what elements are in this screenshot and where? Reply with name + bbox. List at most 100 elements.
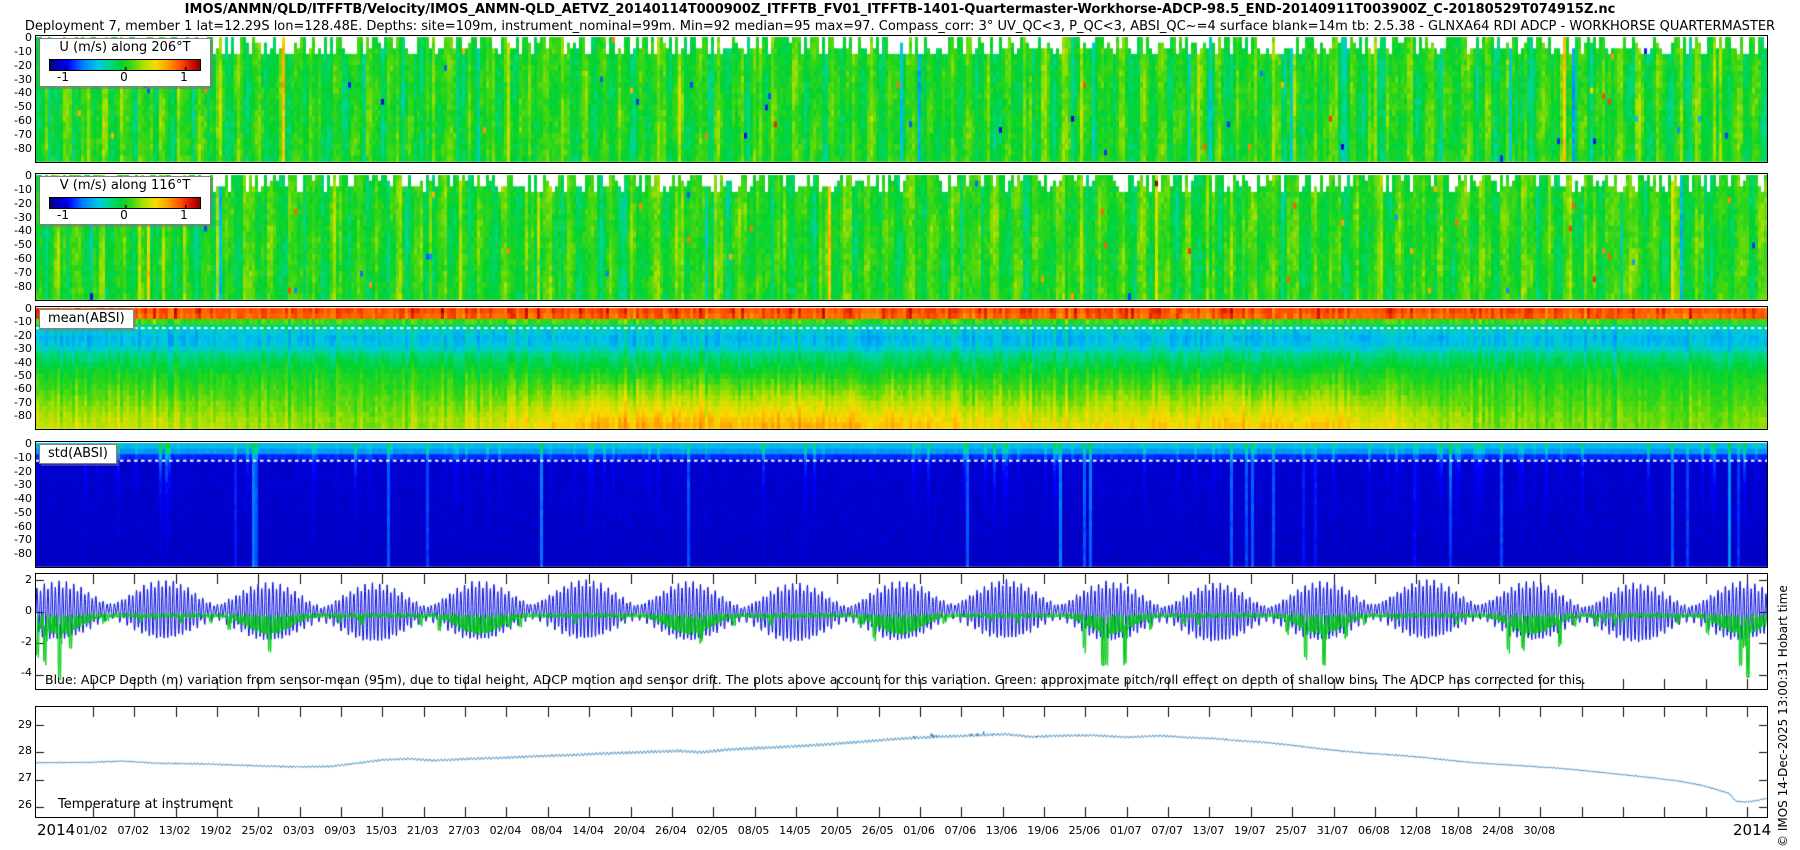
x-tick-label: 07/07 — [1145, 824, 1189, 837]
y-tick-label: -70 — [2, 533, 32, 546]
panel-temperature: Temperature at instrument 29282726 — [35, 706, 1768, 818]
x-tick-label: 15/03 — [359, 824, 403, 837]
y-tick-label: -10 — [2, 451, 32, 464]
x-tick-label: 19/06 — [1021, 824, 1065, 837]
y-tick-label: -80 — [2, 547, 32, 560]
y-tick-label: -20 — [2, 329, 32, 342]
imos-watermark: © IMOS 14-Dec-2025 13:00:31 Hobart time — [1776, 585, 1790, 847]
x-tick-label: 09/03 — [318, 824, 362, 837]
x-tick-label: 24/08 — [1476, 824, 1520, 837]
y-tick-label: -50 — [2, 100, 32, 113]
depth-variation-plot — [36, 574, 1767, 689]
y-tick-label: -30 — [2, 478, 32, 491]
y-tick-label: -20 — [2, 465, 32, 478]
x-tick-label: 01/06 — [897, 824, 941, 837]
panel-v-velocity: V (m/s) along 116°T -1 0 1 0-10-20-30-40… — [35, 173, 1768, 301]
y-tick-label: -80 — [2, 280, 32, 293]
u-velocity-heatmap — [36, 36, 1767, 162]
panel-depth-variation: Blue: ADCP Depth (m) variation from sens… — [35, 573, 1768, 690]
x-tick-label: 01/07 — [1104, 824, 1148, 837]
y-tick-label: 28 — [2, 744, 32, 757]
y-tick-label: -70 — [2, 266, 32, 279]
x-tick-label: 01/02 — [70, 824, 114, 837]
x-tick-label: 13/07 — [1186, 824, 1230, 837]
x-tick-label: 19/02 — [194, 824, 238, 837]
figure-title: IMOS/ANMN/QLD/ITFFTB/Velocity/IMOS_ANMN-… — [0, 2, 1800, 17]
y-tick-label: -40 — [2, 356, 32, 369]
u-colorbar-tick: 1 — [169, 70, 199, 84]
y-tick-label: 0 — [2, 302, 32, 315]
u-legend-title: U (m/s) along 206°T — [40, 40, 210, 55]
y-tick-label: -60 — [2, 252, 32, 265]
x-tick-label: 31/07 — [1311, 824, 1355, 837]
x-tick-label: 02/04 — [483, 824, 527, 837]
y-tick-label: -80 — [2, 142, 32, 155]
y-tick-label: -20 — [2, 59, 32, 72]
y-tick-label: -60 — [2, 114, 32, 127]
std-absi-label: std(ABSI) — [39, 444, 117, 464]
mean-absi-heatmap — [36, 307, 1767, 429]
y-tick-label: -4 — [2, 666, 32, 679]
y-tick-label: -70 — [2, 396, 32, 409]
y-tick-label: 29 — [2, 718, 32, 731]
x-tick-label: 06/08 — [1352, 824, 1396, 837]
adcp-summary-figure: IMOS/ANMN/QLD/ITFFTB/Velocity/IMOS_ANMN-… — [0, 0, 1800, 850]
y-tick-label: -60 — [2, 382, 32, 395]
y-tick-label: 0 — [2, 169, 32, 182]
y-tick-label: -10 — [2, 45, 32, 58]
x-tick-label: 08/04 — [525, 824, 569, 837]
x-tick-label: 30/08 — [1517, 824, 1561, 837]
x-tick-label: 02/05 — [690, 824, 734, 837]
figure-subtitle: Deployment 7, member 1 lat=12.29S lon=12… — [0, 19, 1800, 34]
x-tick-label: 18/08 — [1435, 824, 1479, 837]
y-tick-label: -40 — [2, 492, 32, 505]
v-legend-title: V (m/s) along 116°T — [40, 178, 210, 193]
u-colorbar-tick: -1 — [48, 70, 78, 84]
y-tick-label: 0 — [2, 604, 32, 617]
y-tick-label: -30 — [2, 211, 32, 224]
x-tick-label: 03/03 — [277, 824, 321, 837]
x-tick-label: 13/06 — [980, 824, 1024, 837]
y-tick-label: -10 — [2, 183, 32, 196]
panel-u-velocity: U (m/s) along 206°T -1 0 1 0-10-20-30-40… — [35, 35, 1768, 163]
x-tick-label: 14/04 — [566, 824, 610, 837]
x-tick-label: 07/06 — [938, 824, 982, 837]
mean-absi-label: mean(ABSI) — [39, 309, 134, 329]
x-tick-label: 25/07 — [1269, 824, 1313, 837]
u-colorbar-legend: U (m/s) along 206°T -1 0 1 — [39, 38, 211, 87]
x-tick-label: 14/05 — [773, 824, 817, 837]
x-tick-label: 13/02 — [153, 824, 197, 837]
y-tick-label: -30 — [2, 342, 32, 355]
y-tick-label: -80 — [2, 409, 32, 422]
y-tick-label: -60 — [2, 520, 32, 533]
y-tick-label: 0 — [2, 31, 32, 44]
temperature-plot — [36, 707, 1767, 817]
x-tick-label: 26/04 — [649, 824, 693, 837]
y-tick-label: 26 — [2, 798, 32, 811]
u-colorbar-tick: 0 — [109, 70, 139, 84]
x-tick-label: 07/02 — [111, 824, 155, 837]
v-colorbar-legend: V (m/s) along 116°T -1 0 1 — [39, 176, 211, 225]
y-tick-label: 0 — [2, 437, 32, 450]
y-tick-label: -50 — [2, 506, 32, 519]
x-tick-label: 27/03 — [442, 824, 486, 837]
x-tick-label: 25/06 — [1062, 824, 1106, 837]
y-tick-label: -20 — [2, 197, 32, 210]
y-tick-label: -40 — [2, 224, 32, 237]
v-colorbar-tick: -1 — [48, 208, 78, 222]
x-tick-label: 08/05 — [732, 824, 776, 837]
x-tick-label: 20/05 — [814, 824, 858, 837]
x-axis-year-right: 2014 — [1733, 821, 1771, 839]
x-tick-label: 20/04 — [608, 824, 652, 837]
y-tick-label: 27 — [2, 771, 32, 784]
std-absi-heatmap — [36, 442, 1767, 567]
v-colorbar-tick: 1 — [169, 208, 199, 222]
panel-mean-absi: mean(ABSI) 0-10-20-30-40-50-60-70-80 — [35, 306, 1768, 430]
v-colorbar-tick: 0 — [109, 208, 139, 222]
y-tick-label: -2 — [2, 635, 32, 648]
v-velocity-heatmap — [36, 174, 1767, 300]
y-tick-label: -10 — [2, 315, 32, 328]
y-tick-label: -70 — [2, 128, 32, 141]
panel-std-absi: std(ABSI) 0-10-20-30-40-50-60-70-80 — [35, 441, 1768, 568]
y-tick-label: -40 — [2, 86, 32, 99]
